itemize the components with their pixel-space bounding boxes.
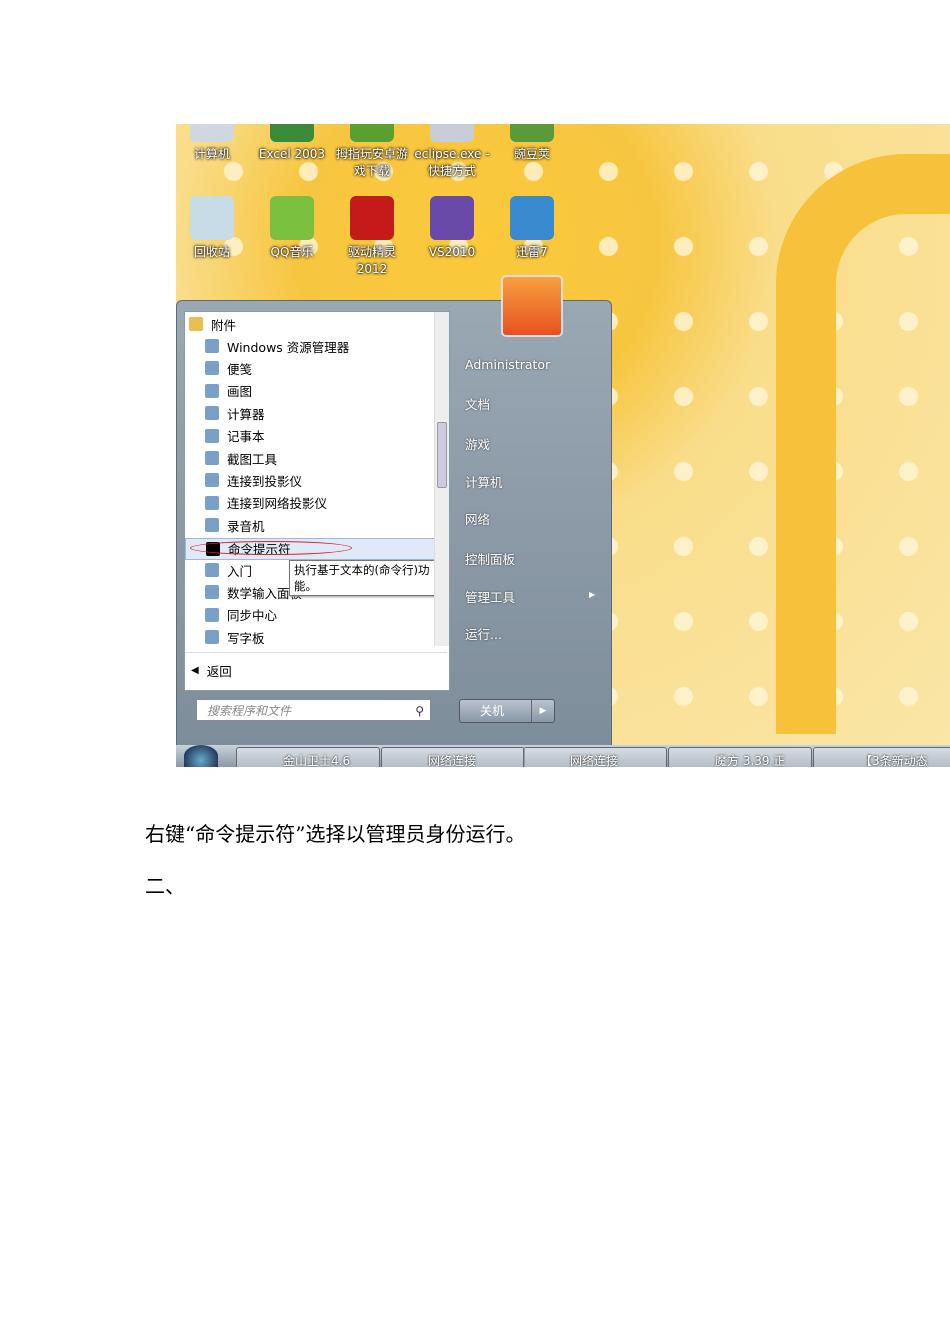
desktop-icon[interactable]: 拇指玩安卓游戏下载 — [333, 124, 411, 180]
start-right-item[interactable]: 网络 — [465, 509, 490, 528]
desktop-icon[interactable]: VS2010 — [413, 196, 491, 261]
program-icon — [205, 495, 219, 510]
app-icon — [270, 124, 314, 142]
start-right-item[interactable]: 管理工具 — [465, 587, 515, 606]
program-icon — [205, 518, 219, 533]
folder-accessories[interactable]: 附件 — [189, 314, 236, 334]
menu-item[interactable]: 入门 — [205, 560, 252, 580]
user-picture[interactable] — [501, 275, 563, 337]
taskbar-button[interactable]: 网络连接 — [381, 747, 525, 767]
shutdown-button[interactable]: 关机 ▶ — [459, 699, 555, 723]
program-icon — [205, 428, 219, 443]
program-icon — [205, 630, 219, 645]
scrollbar-thumb[interactable] — [437, 422, 447, 488]
triangle-left-icon: ◀ — [191, 664, 199, 676]
start-button[interactable] — [184, 745, 218, 767]
program-icon — [205, 339, 219, 353]
back-button[interactable]: ◀ 返回 — [191, 660, 232, 680]
start-right-item[interactable]: 游戏 — [465, 434, 490, 453]
program-icon — [205, 563, 219, 577]
desktop-icon[interactable]: Excel 2003 — [253, 124, 331, 163]
app-icon — [510, 124, 554, 142]
app-icon — [430, 196, 474, 240]
menu-item[interactable]: 记事本 — [205, 426, 265, 446]
app-icon — [430, 124, 474, 142]
program-icon — [205, 383, 219, 398]
desktop-icon[interactable]: eclipse.exe - 快捷方式 — [413, 124, 491, 180]
screenshot: 计算机 Excel 2003 拇指玩安卓游戏下载 eclipse.exe - 快捷方式… — [176, 124, 950, 767]
paragraph: 右键“命令提示符”选择以管理员身份运行。 — [145, 822, 526, 846]
red-ellipse-annotation — [190, 540, 352, 555]
taskbar-button[interactable]: 网络连接 — [523, 747, 667, 767]
taskbar-button[interactable]: 魔方 3.39 正 — [668, 747, 812, 767]
programs-pane: 附件 Windows 资源管理器 便笺画图 计算器记事本 截图工具 连接到投影仪连接到网… — [184, 311, 450, 691]
menu-item[interactable]: 录音机 — [205, 515, 265, 535]
start-right-item[interactable]: 运行... — [465, 624, 502, 643]
taskbar: 金山卫士4.6 网络连接 网络连接 魔方 3.39 正【3条新动态 — [176, 745, 950, 767]
menu-item[interactable]: 连接到网络投影仪 — [205, 493, 327, 513]
program-icon — [205, 607, 219, 622]
start-right-item[interactable]: 控制面板 — [465, 549, 515, 568]
menu-item[interactable]: 便笺 — [205, 358, 252, 378]
desktop-icon[interactable]: 驱动精灵2012 — [333, 196, 411, 278]
scrollbar[interactable] — [434, 312, 449, 646]
program-icon — [205, 585, 219, 600]
app-icon — [190, 124, 234, 142]
desktop-icon[interactable]: 计算机 — [176, 124, 251, 163]
program-icon — [205, 406, 219, 421]
taskbar-button[interactable]: 金山卫士4.6 — [236, 747, 380, 767]
menu-item[interactable]: 命令提示符 — [185, 537, 449, 560]
menu-item[interactable]: 写字板 — [205, 627, 265, 647]
desktop-icon[interactable]: QQ音乐 — [253, 196, 331, 261]
menu-item[interactable]: 同步中心 — [205, 605, 277, 625]
menu-item[interactable]: 截图工具 — [205, 448, 277, 468]
app-icon — [270, 196, 314, 240]
program-icon — [205, 361, 219, 376]
wallpaper-decoration — [776, 154, 950, 734]
app-icon — [350, 124, 394, 142]
program-icon — [205, 451, 219, 465]
submenu-arrow-icon: ▶ — [589, 590, 596, 599]
menu-item[interactable]: 画图 — [205, 381, 252, 401]
desktop-icon[interactable]: 回收站 — [176, 196, 251, 261]
folder-icon — [189, 317, 203, 331]
start-menu: 附件 Windows 资源管理器 便笺画图 计算器记事本 截图工具 连接到投影仪连接到网… — [176, 275, 612, 747]
start-right-item[interactable]: 计算机 — [465, 472, 503, 491]
app-icon — [510, 196, 554, 240]
program-icon — [205, 473, 219, 488]
search-icon: ⚲ — [415, 704, 424, 718]
search-input[interactable]: 搜索程序和文件 ⚲ — [196, 699, 431, 721]
start-right-item[interactable]: 文档 — [465, 394, 490, 413]
taskbar-button[interactable]: 【3条新动态 — [813, 747, 950, 767]
desktop-icon[interactable]: 迅雷7 — [493, 196, 571, 261]
shutdown-options-arrow[interactable]: ▶ — [531, 700, 554, 722]
menu-item[interactable]: 连接到投影仪 — [205, 470, 302, 490]
menu-item[interactable]: Windows 资源管理器 — [205, 336, 349, 356]
tooltip: 执行基于文本的(命令行)功能。 — [289, 560, 449, 596]
menu-item[interactable]: 计算器 — [205, 403, 265, 423]
desktop-icon[interactable]: 豌豆荚 — [493, 124, 571, 163]
app-icon — [190, 196, 234, 240]
menu-item[interactable]: 数学输入面板 — [205, 582, 302, 602]
start-right-item[interactable]: Administrator — [465, 357, 550, 372]
heading-number: 二、 — [145, 874, 185, 898]
app-icon — [350, 196, 394, 240]
